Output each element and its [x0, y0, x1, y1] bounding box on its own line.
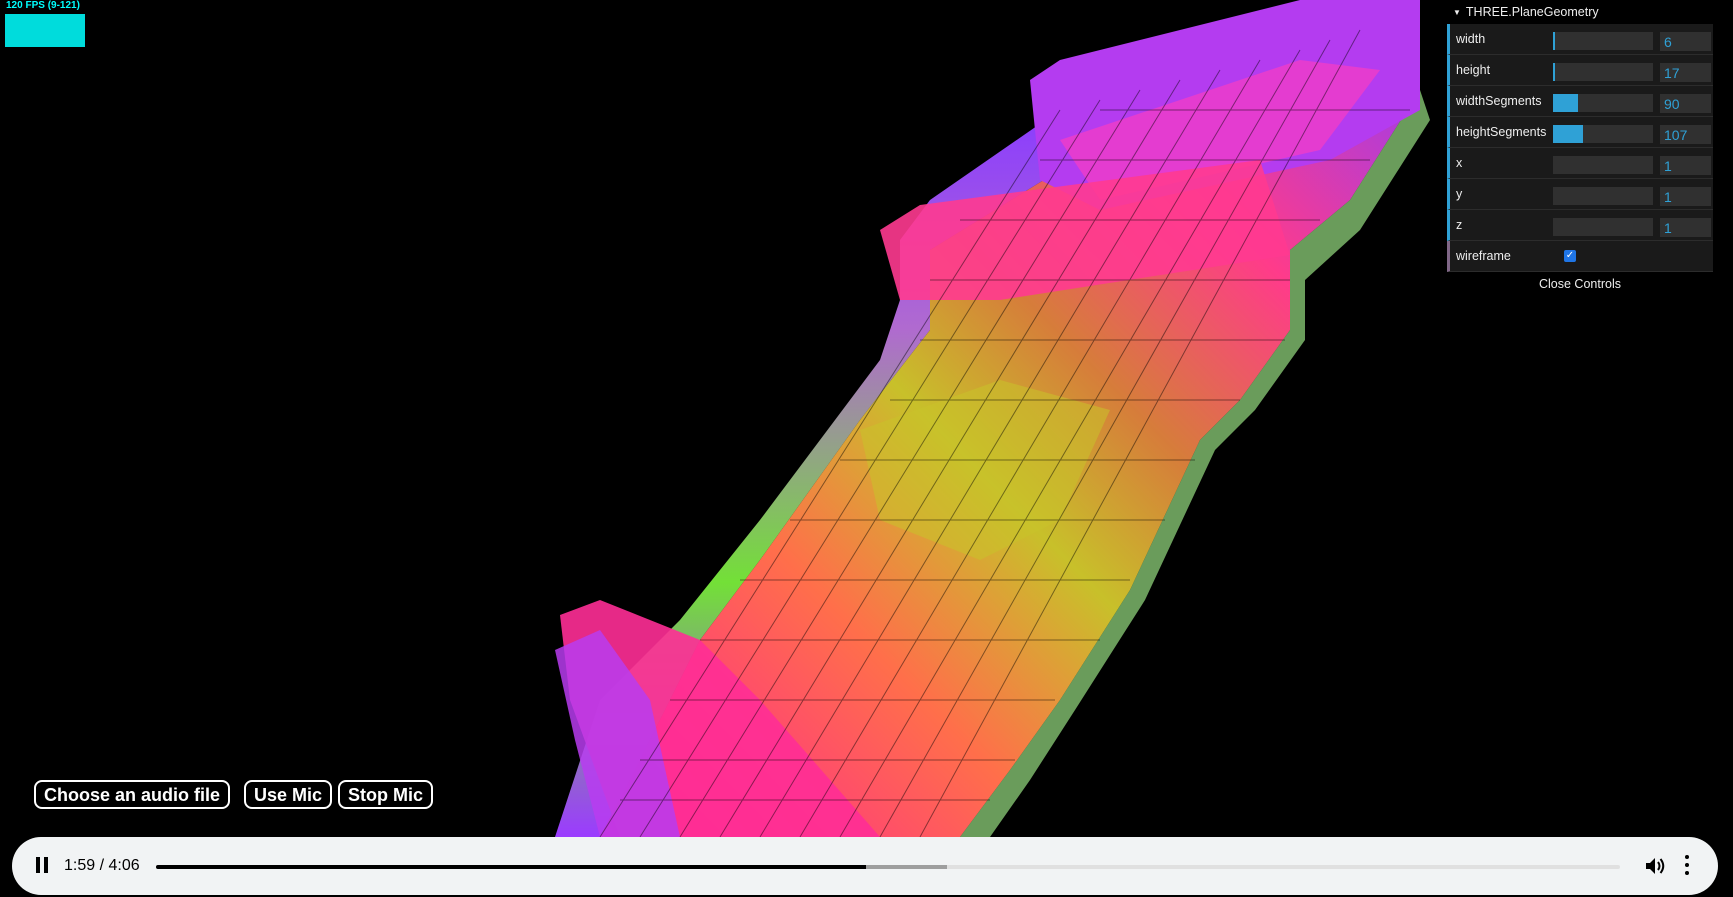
control-label: widthSegments — [1456, 94, 1542, 108]
control-label: x — [1456, 156, 1463, 170]
z-input[interactable]: 1 — [1660, 218, 1711, 237]
wireframe-checkbox[interactable]: ✓ — [1564, 250, 1576, 262]
control-row-x: x 1 — [1447, 148, 1713, 179]
control-row-y: y 1 — [1447, 179, 1713, 210]
controls-panel: ▼ THREE.PlaneGeometry width 6 height 17 w… — [1447, 0, 1713, 295]
y-slider[interactable] — [1553, 187, 1653, 205]
height-slider[interactable] — [1553, 63, 1653, 81]
control-label: z — [1456, 218, 1463, 232]
pause-icon[interactable] — [34, 857, 50, 875]
fps-label: 120 FPS (9-121) — [6, 0, 80, 11]
control-row-wireframe: wireframe ✓ — [1447, 241, 1713, 272]
control-label: y — [1456, 187, 1463, 201]
width-input[interactable]: 6 — [1660, 32, 1711, 51]
choose-audio-file-button[interactable]: Choose an audio file — [34, 780, 231, 809]
controls-panel-title-text: THREE.PlaneGeometry — [1465, 5, 1599, 19]
control-row-height-segments: heightSegments 107 — [1447, 117, 1713, 148]
control-label: width — [1456, 32, 1486, 46]
seek-bar[interactable] — [156, 865, 1620, 869]
buffered-range — [866, 865, 947, 869]
width-segments-slider[interactable] — [1553, 94, 1653, 112]
use-mic-button[interactable]: Use Mic — [244, 780, 333, 809]
playback-time: 1:59 / 4:06 — [64, 857, 140, 874]
fps-stats-panel[interactable]: 120 FPS (9-121) — [3, 0, 87, 48]
slider-fill — [1553, 32, 1555, 50]
height-input[interactable]: 17 — [1660, 63, 1711, 82]
control-row-width-segments: widthSegments 90 — [1447, 86, 1713, 117]
width-slider[interactable] — [1553, 32, 1653, 50]
control-row-z: z 1 — [1447, 210, 1713, 241]
played-range — [156, 865, 867, 869]
close-controls-button[interactable]: Close Controls — [1447, 272, 1713, 295]
fps-graph — [5, 14, 85, 47]
slider-fill — [1553, 125, 1583, 143]
height-segments-input[interactable]: 107 — [1660, 125, 1711, 144]
x-input[interactable]: 1 — [1660, 156, 1711, 175]
slider-fill — [1553, 63, 1555, 81]
control-label: height — [1456, 63, 1491, 77]
more-vert-icon[interactable] — [1684, 855, 1690, 877]
z-slider[interactable] — [1553, 218, 1653, 236]
control-label: heightSegments — [1456, 125, 1547, 139]
slider-fill — [1553, 94, 1578, 112]
x-slider[interactable] — [1553, 156, 1653, 174]
control-row-width: width 6 — [1447, 24, 1713, 55]
controls-panel-title[interactable]: ▼ THREE.PlaneGeometry — [1447, 0, 1713, 24]
width-segments-input[interactable]: 90 — [1660, 94, 1711, 113]
control-row-height: height 17 — [1447, 55, 1713, 86]
collapse-triangle-icon: ▼ — [1453, 8, 1461, 17]
height-segments-slider[interactable] — [1553, 125, 1653, 143]
control-label: wireframe — [1456, 249, 1511, 263]
stop-mic-button[interactable]: Stop Mic — [338, 780, 433, 809]
volume-icon[interactable] — [1644, 856, 1666, 876]
y-input[interactable]: 1 — [1660, 187, 1711, 206]
audio-player: 1:59 / 4:06 — [12, 837, 1718, 895]
